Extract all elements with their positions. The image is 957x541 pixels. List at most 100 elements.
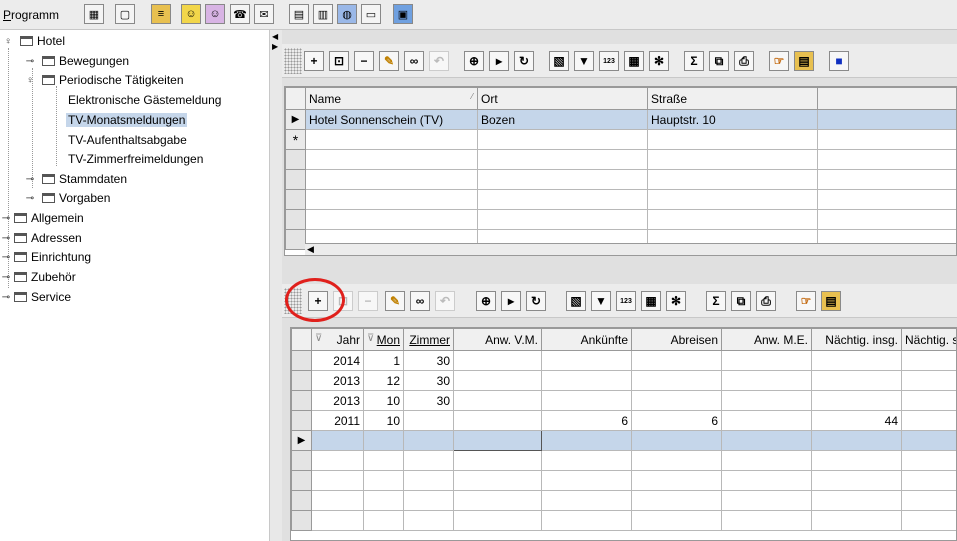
- row-pointer-icon[interactable]: ▶: [285, 109, 306, 130]
- expand-icon[interactable]: ⊸: [0, 252, 12, 263]
- expand-icon[interactable]: ⊸: [0, 233, 12, 244]
- column-header-strasse[interactable]: Straße: [647, 87, 818, 110]
- table-row[interactable]: [285, 189, 956, 210]
- cell-empty[interactable]: [817, 109, 956, 130]
- column-header-naechtig-insg[interactable]: Nächtig. insg.: [811, 328, 902, 351]
- refresh-icon[interactable]: ↻: [514, 51, 534, 71]
- table-row-new[interactable]: *: [285, 129, 956, 150]
- list-icon[interactable]: ≡: [151, 4, 171, 24]
- filter-icon[interactable]: ▼: [574, 51, 594, 71]
- collapse-icon[interactable]: ♀: [24, 75, 36, 86]
- horizontal-scrollbar[interactable]: ◀: [305, 243, 956, 255]
- people-group-icon[interactable]: ☺: [205, 4, 225, 24]
- column-header-anw-me[interactable]: Anw. M.E.: [721, 328, 812, 351]
- notes-icon[interactable]: ▤: [794, 51, 814, 71]
- active-cell[interactable]: [453, 430, 542, 451]
- row-pointer-icon[interactable]: ▶: [291, 430, 312, 451]
- collapse-icon[interactable]: ♀: [2, 36, 14, 47]
- copy-icon[interactable]: ⧉: [731, 291, 751, 311]
- people-icon[interactable]: ☺: [181, 4, 201, 24]
- table-row[interactable]: [291, 510, 956, 531]
- sort-icon[interactable]: 123: [599, 51, 619, 71]
- pointer-icon[interactable]: ☞: [769, 51, 789, 71]
- table-row-current[interactable]: ▶: [291, 430, 956, 451]
- table-icon[interactable]: ▦: [641, 291, 661, 311]
- card-icon[interactable]: ▭: [361, 4, 381, 24]
- sum-button[interactable]: Σ: [706, 291, 726, 311]
- cell-name[interactable]: Hotel Sonnenschein (TV): [305, 109, 478, 130]
- document-icon[interactable]: ▤: [289, 4, 309, 24]
- expand-icon[interactable]: ⊸: [0, 292, 12, 303]
- sum-button[interactable]: Σ: [684, 51, 704, 71]
- filter-form-icon[interactable]: ▧: [566, 291, 586, 311]
- expand-icon[interactable]: ⊸: [24, 174, 36, 185]
- arrow-right-icon[interactable]: ▶: [272, 42, 278, 51]
- toolbar-grip[interactable]: [284, 48, 302, 74]
- tree-node-stammdaten[interactable]: ⊸ Stammdaten: [24, 170, 127, 188]
- goto-icon[interactable]: ▸: [501, 291, 521, 311]
- add-button[interactable]: +: [304, 51, 324, 71]
- cell-ort[interactable]: Bozen: [477, 109, 648, 130]
- table-row[interactable]: 2011 10 6 6 44: [291, 410, 956, 431]
- tree-node-zubehoer[interactable]: ⊸ Zubehör: [0, 268, 76, 286]
- settings-icon[interactable]: ✻: [649, 51, 669, 71]
- sort-icon[interactable]: 123: [616, 291, 636, 311]
- phone-icon[interactable]: ☎: [230, 4, 250, 24]
- tree-node-hotel[interactable]: ♀ Hotel: [2, 32, 65, 50]
- tree-leaf-aufenthaltsabgabe[interactable]: TV-Aufenthaltsabgabe: [66, 131, 189, 149]
- column-header-empty[interactable]: [817, 87, 956, 110]
- tree-node-periodische[interactable]: ♀ Periodische Tätigkeiten: [24, 71, 183, 89]
- table-row[interactable]: [285, 209, 956, 230]
- undo-icon[interactable]: ↶: [429, 51, 449, 71]
- monitor-icon[interactable]: ▣: [393, 4, 413, 24]
- table-row[interactable]: 2013 10 30: [291, 390, 956, 411]
- column-header-anw-vm[interactable]: Anw. V.M.: [453, 328, 542, 351]
- expand-icon[interactable]: ⊸: [0, 272, 12, 283]
- expand-icon[interactable]: ⊸: [24, 56, 36, 67]
- column-header-name[interactable]: Name ⁄: [305, 87, 478, 110]
- menu-programm[interactable]: Programm: [3, 8, 59, 22]
- table-row[interactable]: [285, 169, 956, 190]
- toolbar-grip[interactable]: [284, 288, 302, 314]
- new-row-asterisk-icon[interactable]: *: [285, 129, 306, 150]
- edit-icon[interactable]: ✎: [385, 291, 405, 311]
- column-header-mon[interactable]: ⊽ Mon: [363, 328, 404, 351]
- tree-node-adressen[interactable]: ⊸ Adressen: [0, 229, 82, 247]
- filter-form-icon[interactable]: ▧: [549, 51, 569, 71]
- insert-icon[interactable]: ⊡: [333, 291, 353, 311]
- globe-icon[interactable]: ◍: [337, 4, 357, 24]
- insert-icon[interactable]: ⊡: [329, 51, 349, 71]
- notes-icon[interactable]: ▤: [821, 291, 841, 311]
- tree-node-vorgaben[interactable]: ⊸ Vorgaben: [24, 189, 111, 207]
- tree-node-service[interactable]: ⊸ Service: [0, 288, 71, 306]
- column-header-ort[interactable]: Ort: [477, 87, 648, 110]
- table-row[interactable]: [291, 450, 956, 471]
- expand-icon[interactable]: ⊸: [24, 193, 36, 204]
- table-row[interactable]: [291, 470, 956, 491]
- column-header-abreisen[interactable]: Abreisen: [631, 328, 722, 351]
- undo-icon[interactable]: ↶: [435, 291, 455, 311]
- print-icon[interactable]: ⎙: [734, 51, 754, 71]
- tree-leaf-monatsmeldungen[interactable]: TV-Monatsmeldungen: [66, 111, 188, 129]
- mail-icon[interactable]: ✉: [254, 4, 274, 24]
- delete-button[interactable]: −: [358, 291, 378, 311]
- table-row[interactable]: ▶ Hotel Sonnenschein (TV) Bozen Hauptstr…: [285, 109, 956, 130]
- tree-leaf-gaestemeldung[interactable]: Elektronische Gästemeldung: [66, 91, 223, 109]
- add-month-button[interactable]: +: [308, 291, 328, 311]
- settings-icon[interactable]: ✻: [666, 291, 686, 311]
- stop-icon[interactable]: ■: [829, 51, 849, 71]
- calculator-icon[interactable]: ▥: [313, 4, 333, 24]
- arrow-left-icon[interactable]: ◀: [272, 32, 278, 41]
- chat-icon[interactable]: ▢: [115, 4, 135, 24]
- column-header-jahr[interactable]: ⊽ Jahr: [311, 328, 364, 351]
- delete-button[interactable]: −: [354, 51, 374, 71]
- table-icon[interactable]: ▦: [624, 51, 644, 71]
- tree-node-einrichtung[interactable]: ⊸ Einrichtung: [0, 248, 91, 266]
- table-row[interactable]: [291, 490, 956, 511]
- binoculars-icon[interactable]: ⊕: [476, 291, 496, 311]
- goto-icon[interactable]: ▸: [489, 51, 509, 71]
- split-divider[interactable]: ◀ ▶: [270, 30, 282, 541]
- edit-icon[interactable]: ✎: [379, 51, 399, 71]
- pointer-icon[interactable]: ☞: [796, 291, 816, 311]
- binoculars-icon[interactable]: ⊕: [464, 51, 484, 71]
